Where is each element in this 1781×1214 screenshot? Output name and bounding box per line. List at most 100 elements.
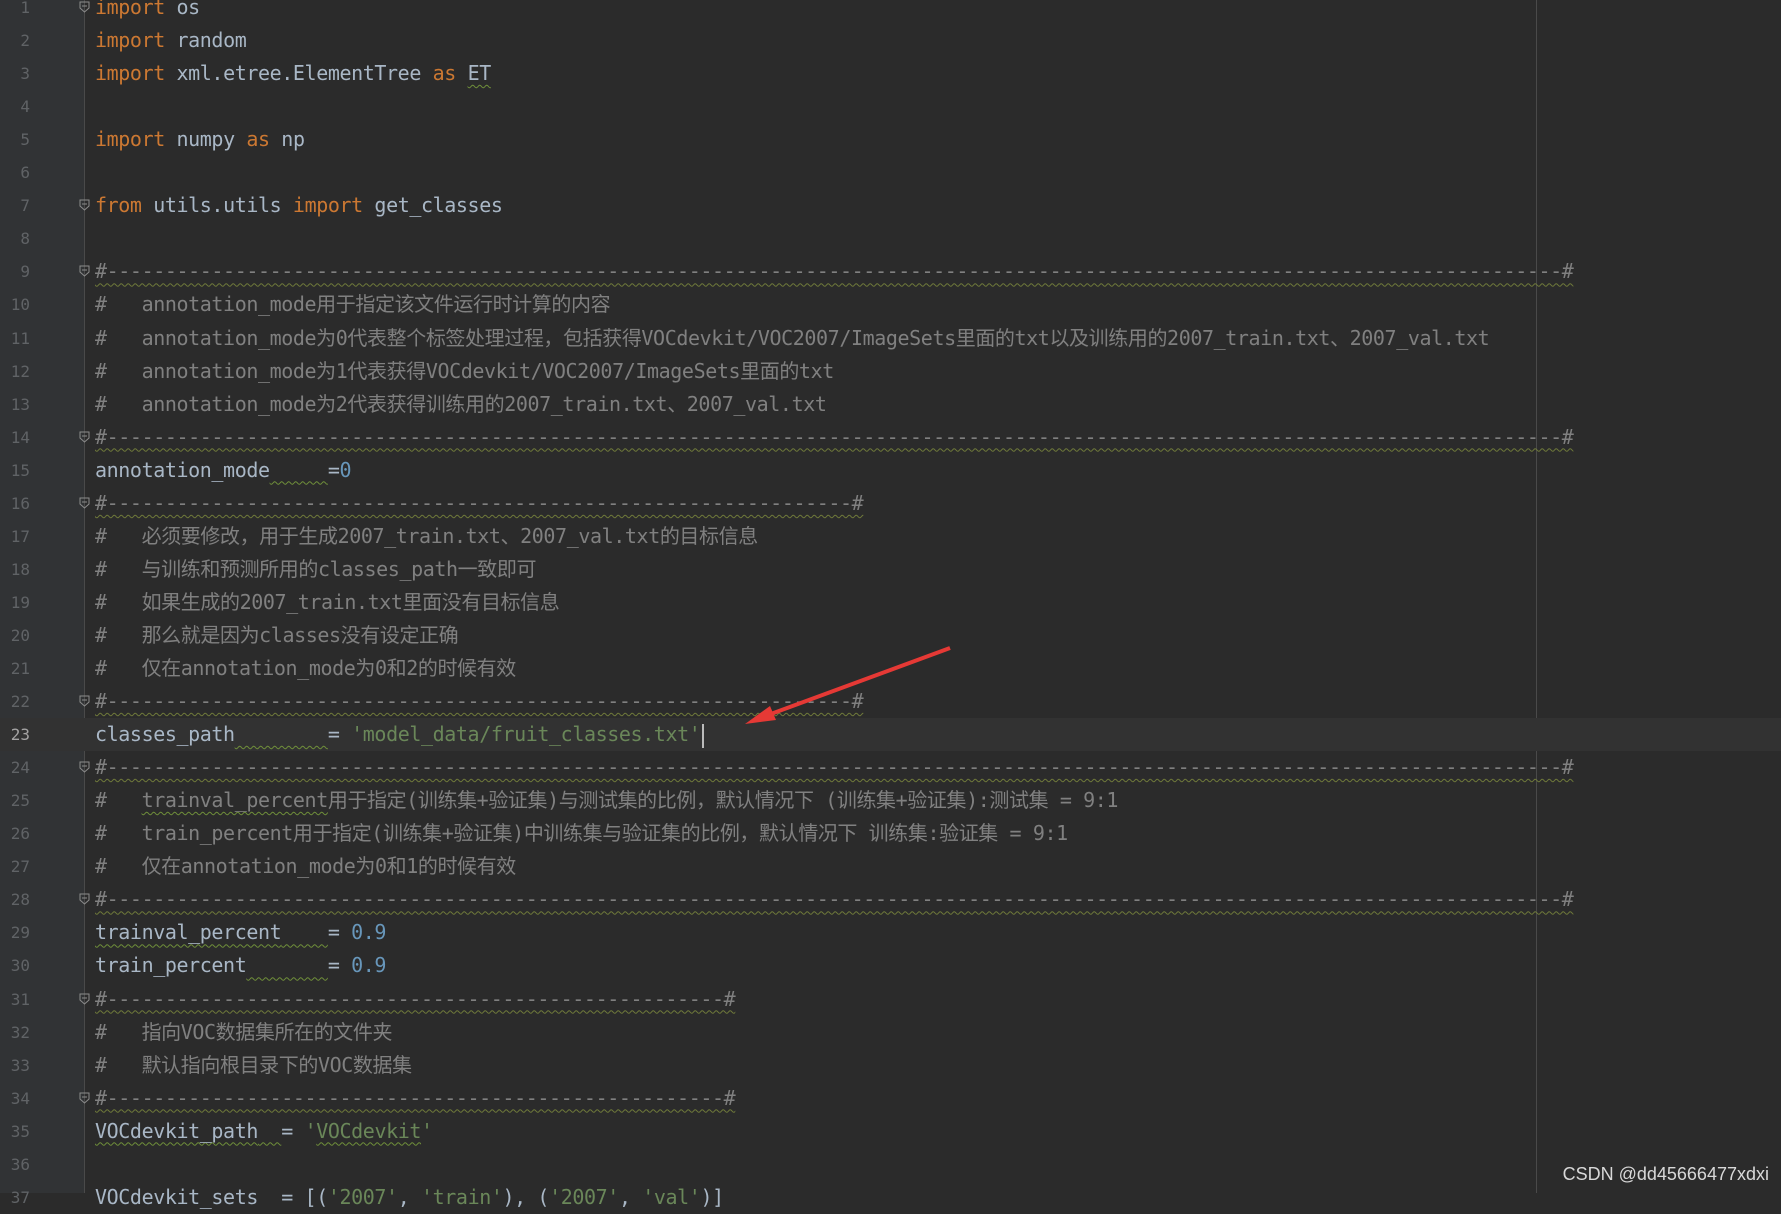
code-text[interactable]: annotation_mode =0	[95, 454, 352, 487]
line-number[interactable]: 35	[0, 1115, 30, 1148]
code-line[interactable]: 15 annotation_mode =0	[0, 454, 1781, 487]
code-line[interactable]: 25 # trainval_percent用于指定(训练集+验证集)与测试集的比例…	[0, 784, 1781, 817]
line-number[interactable]: 20	[0, 619, 30, 652]
code-line[interactable]: 29 trainval_percent = 0.9	[0, 916, 1781, 949]
fold-marker-icon[interactable]	[79, 1092, 90, 1104]
code-line[interactable]: 37 VOCdevkit_sets = [('2007', 'train'), (…	[0, 1181, 1781, 1214]
code-line[interactable]: 28 #-------------------------------------…	[0, 883, 1781, 916]
code-text[interactable]: #---------------------------------------…	[95, 983, 736, 1016]
line-number[interactable]: 1	[0, 0, 30, 24]
code-line[interactable]: 2 import random	[0, 24, 1781, 57]
line-number[interactable]: 21	[0, 652, 30, 685]
line-number[interactable]: 22	[0, 685, 30, 718]
line-number[interactable]: 16	[0, 487, 30, 520]
code-line[interactable]: 3 import xml.etree.ElementTree as ET	[0, 57, 1781, 90]
code-text[interactable]: # 仅在annotation_mode为0和2的时候有效	[95, 652, 516, 685]
line-number[interactable]: 32	[0, 1016, 30, 1049]
fold-marker-icon[interactable]	[79, 431, 90, 443]
code-text[interactable]: #---------------------------------------…	[95, 883, 1574, 916]
line-number[interactable]: 31	[0, 983, 30, 1016]
code-line[interactable]: 26 # train_percent用于指定(训练集+验证集)中训练集与验证集的比…	[0, 817, 1781, 850]
code-line[interactable]: 22 #-------------------------------------…	[0, 685, 1781, 718]
fold-marker-icon[interactable]	[79, 893, 90, 906]
code-text[interactable]: trainval_percent = 0.9	[95, 916, 386, 949]
line-number[interactable]: 33	[0, 1049, 30, 1082]
code-text[interactable]: # 默认指向根目录下的VOC数据集	[95, 1049, 412, 1082]
code-line[interactable]: 17 # 必须要修改，用于生成2007_train.txt、2007_val.tx…	[0, 520, 1781, 553]
code-text[interactable]: # train_percent用于指定(训练集+验证集)中训练集与验证集的比例，…	[95, 817, 1068, 850]
code-line[interactable]: 4	[0, 90, 1781, 123]
code-text[interactable]: # 仅在annotation_mode为0和1的时候有效	[95, 850, 516, 883]
code-line[interactable]: 18 # 与训练和预测所用的classes_path一致即可	[0, 553, 1781, 586]
code-line[interactable]: 19 # 如果生成的2007_train.txt里面没有目标信息	[0, 586, 1781, 619]
code-editor[interactable]: 1 import os 2 import random 3 import xml.etre…	[0, 0, 1781, 1209]
code-line[interactable]: 9 #--------------------------------------…	[0, 255, 1781, 288]
code-line[interactable]: 7 from utils.utils import get_classes	[0, 189, 1781, 222]
fold-marker-icon[interactable]	[79, 1, 90, 13]
fold-marker-icon[interactable]	[79, 265, 90, 278]
line-number[interactable]: 2	[0, 24, 30, 57]
line-number[interactable]: 29	[0, 916, 30, 949]
line-number[interactable]: 34	[0, 1082, 30, 1115]
code-line[interactable]: 10 # annotation_mode用于指定该文件运行时计算的内容	[0, 288, 1781, 321]
code-text[interactable]: import numpy as np	[95, 123, 305, 156]
code-line[interactable]: 8	[0, 222, 1781, 255]
code-text[interactable]: # annotation_mode为0代表整个标签处理过程，包括获得VOCdev…	[95, 322, 1490, 355]
line-number[interactable]: 14	[0, 421, 30, 454]
fold-marker-icon[interactable]	[79, 199, 90, 211]
line-number[interactable]: 19	[0, 586, 30, 619]
code-line[interactable]: 23 classes_path = 'model_data/fruit_class…	[0, 718, 1781, 752]
code-line[interactable]: 5 import numpy as np	[0, 123, 1781, 156]
line-number[interactable]: 15	[0, 454, 30, 487]
code-text[interactable]: classes_path = 'model_data/fruit_classes…	[95, 718, 705, 751]
code-line[interactable]: 6	[0, 156, 1781, 189]
code-text[interactable]: import xml.etree.ElementTree as ET	[95, 57, 491, 90]
line-number[interactable]: 11	[0, 322, 30, 355]
line-number[interactable]: 4	[0, 90, 30, 123]
code-line[interactable]: 11 # annotation_mode为0代表整个标签处理过程，包括获得VOCd…	[0, 322, 1781, 355]
code-text[interactable]: #---------------------------------------…	[95, 487, 864, 520]
code-text[interactable]: # trainval_percent用于指定(训练集+验证集)与测试集的比例，默…	[95, 784, 1118, 817]
code-text[interactable]: train_percent = 0.9	[95, 949, 386, 982]
code-line[interactable]: 30 train_percent = 0.9	[0, 949, 1781, 982]
code-line[interactable]: 16 #-------------------------------------…	[0, 487, 1781, 520]
code-line[interactable]: 21 # 仅在annotation_mode为0和2的时候有效	[0, 652, 1781, 685]
code-text[interactable]: #---------------------------------------…	[95, 685, 864, 718]
code-line[interactable]: 27 # 仅在annotation_mode为0和1的时候有效	[0, 850, 1781, 883]
code-text[interactable]: from utils.utils import get_classes	[95, 189, 503, 222]
code-text[interactable]: # annotation_mode为1代表获得VOCdevkit/VOC2007…	[95, 355, 834, 388]
line-number[interactable]: 27	[0, 850, 30, 883]
code-text[interactable]: # 指向VOC数据集所在的文件夹	[95, 1016, 392, 1049]
code-line[interactable]: 24 #-------------------------------------…	[0, 751, 1781, 784]
code-text[interactable]: # 那么就是因为classes没有设定正确	[95, 619, 459, 652]
line-number[interactable]: 3	[0, 57, 30, 90]
code-line[interactable]: 1 import os	[0, 0, 1781, 24]
line-number[interactable]: 37	[0, 1181, 30, 1214]
fold-marker-icon[interactable]	[79, 761, 90, 773]
line-number[interactable]: 18	[0, 553, 30, 586]
line-number[interactable]: 17	[0, 520, 30, 553]
code-text[interactable]: # 如果生成的2007_train.txt里面没有目标信息	[95, 586, 560, 619]
line-number[interactable]: 24	[0, 751, 30, 784]
code-text[interactable]: #---------------------------------------…	[95, 421, 1574, 454]
code-text[interactable]: # annotation_mode为2代表获得训练用的2007_train.tx…	[95, 388, 827, 421]
line-number[interactable]: 6	[0, 156, 30, 189]
line-number[interactable]: 8	[0, 222, 30, 255]
line-number[interactable]: 5	[0, 123, 30, 156]
code-line[interactable]: 12 # annotation_mode为1代表获得VOCdevkit/VOC20…	[0, 355, 1781, 388]
line-number[interactable]: 36	[0, 1148, 30, 1181]
code-text[interactable]: # 与训练和预测所用的classes_path一致即可	[95, 553, 536, 586]
code-text[interactable]: VOCdevkit_sets = [('2007', 'train'), ('2…	[95, 1181, 724, 1214]
code-text[interactable]: #---------------------------------------…	[95, 1082, 736, 1115]
line-number[interactable]: 26	[0, 817, 30, 850]
fold-marker-icon[interactable]	[79, 497, 90, 509]
fold-marker-icon[interactable]	[79, 695, 90, 707]
code-text[interactable]: VOCdevkit_path = 'VOCdevkit'	[95, 1115, 433, 1148]
line-number[interactable]: 28	[0, 883, 30, 916]
code-line[interactable]: 13 # annotation_mode为2代表获得训练用的2007_train.…	[0, 388, 1781, 421]
code-line[interactable]: 36	[0, 1148, 1781, 1181]
code-text[interactable]: # 必须要修改，用于生成2007_train.txt、2007_val.txt的…	[95, 520, 758, 553]
code-line[interactable]: 32 # 指向VOC数据集所在的文件夹	[0, 1016, 1781, 1049]
code-line[interactable]: 34 #-------------------------------------…	[0, 1082, 1781, 1115]
code-line[interactable]: 31 #-------------------------------------…	[0, 983, 1781, 1016]
